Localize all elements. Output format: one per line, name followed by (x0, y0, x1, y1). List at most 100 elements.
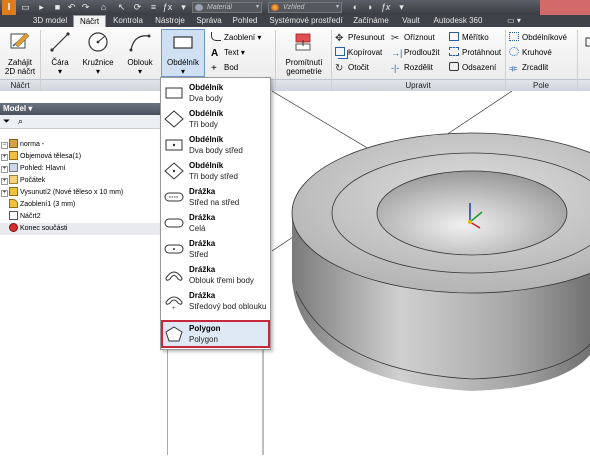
project-geometry-label-2: geometrie (286, 67, 322, 76)
rectangular-pattern-button[interactable]: Obdélníkové (509, 32, 567, 44)
trim-button[interactable]: ✂ Oříznout (391, 32, 435, 44)
copy-button[interactable]: Kopírovat (335, 47, 382, 59)
tab-get-started[interactable]: Začínáme (350, 15, 392, 27)
ribbon-display-options-icon[interactable]: ▭ ▾ (504, 15, 524, 27)
home-icon[interactable]: ⌂ (98, 2, 109, 13)
select-icon[interactable]: ↖ (116, 2, 127, 13)
project-geometry-button[interactable]: Promítnutí geometrie (279, 30, 329, 76)
expand-icon[interactable]: + (1, 178, 8, 185)
rectangle-button[interactable]: Obdélník ▾ (161, 29, 205, 77)
menu-item-subtitle: Celá (189, 224, 206, 233)
tree-item-solid-bodies[interactable]: + Objemová tělesa(1) (0, 151, 81, 163)
split-button[interactable]: -|- Rozdělit (391, 62, 433, 74)
circular-pattern-button[interactable]: Kruhové (509, 47, 552, 59)
tab-manage[interactable]: Správa (192, 15, 226, 27)
end-of-part-icon (9, 223, 18, 232)
tree-item-end-of-part[interactable]: Konec součásti (0, 223, 168, 235)
tab-inspect[interactable]: Kontrola (108, 15, 148, 27)
start-sketch-label-1: Zahájit (7, 58, 32, 67)
scale-label: Měřítko (462, 33, 489, 42)
clear-appearance-icon[interactable]: ◐ (350, 2, 361, 13)
menu-item-slot-center-to-center[interactable]: Drážka Střed na střed (161, 184, 270, 210)
menu-item-slot-three-point-arc[interactable]: Drážka Oblouk třemi body (161, 262, 270, 288)
chevron-down-icon: ▾ (180, 67, 185, 76)
point-icon: + (211, 63, 217, 74)
point-button[interactable]: + Bod (211, 62, 238, 74)
adjust-icon[interactable]: ◑ (364, 2, 375, 13)
circle-button[interactable]: Kružnice ▾ (80, 30, 116, 76)
tree-item-extrusion[interactable]: + Vysunutí2 (Nové těleso x 10 mm) (0, 187, 123, 199)
redo-icon[interactable]: ↷ (80, 2, 91, 13)
menu-item-subtitle: Tři body (189, 120, 218, 129)
graphics-viewport[interactable] (259, 90, 590, 455)
menu-item-subtitle: Dva body střed (189, 146, 243, 155)
open-icon[interactable]: ▸ (36, 2, 47, 13)
move-button[interactable]: ✥ Přesunout (335, 32, 384, 44)
model-browser-header[interactable]: Model ▾ (0, 103, 168, 115)
start-sketch-label-2: 2D náčrt (4, 67, 36, 76)
stretch-button[interactable]: Protáhnout (449, 47, 501, 59)
tab-sketch[interactable]: Náčrt (73, 15, 106, 27)
menu-item-subtitle: Střed na střed (189, 198, 240, 207)
tree-item-origin[interactable]: + Počátek (0, 175, 45, 187)
arc-button[interactable]: Oblouk ▾ (124, 30, 156, 76)
start-sketch-icon (10, 32, 30, 49)
scale-button[interactable]: Měřítko (449, 32, 489, 44)
save-icon[interactable]: ■ (52, 2, 63, 13)
menu-item-slot-center-point-arc[interactable]: + Drážka Středový bod oblouku (161, 288, 270, 314)
menu-item-rect-three-point-center[interactable]: Obdélník Tři body střed (161, 158, 270, 184)
move-icon: ✥ (335, 33, 344, 44)
qat-more-icon[interactable]: ▾ (178, 2, 189, 13)
tree-item-part[interactable]: − norma - (0, 139, 44, 151)
menu-item-slot-center-point[interactable]: Drážka Střed (161, 236, 270, 262)
text-button[interactable]: A Text ▾ (211, 47, 245, 59)
filter-icon[interactable]: ⏷ (3, 116, 10, 127)
tab-view[interactable]: Pohled (228, 15, 262, 27)
expand-icon[interactable]: + (1, 190, 8, 197)
tab-environments[interactable]: Systémové prostředí (264, 15, 348, 27)
menu-item-rect-two-point[interactable]: Obdélník Dva body (161, 80, 270, 106)
start-2d-sketch-button[interactable]: Zahájit 2D náčrt (2, 30, 38, 76)
mirror-button[interactable]: ⟚ Zrcadlit (509, 62, 548, 74)
measure-icon[interactable]: ≡ (148, 2, 159, 13)
tree-item-fillet[interactable]: Zaoblení1 (3 mm) (0, 199, 75, 211)
tab-tools[interactable]: Nástroje (150, 15, 190, 27)
expand-icon[interactable]: + (1, 166, 8, 173)
formula-icon[interactable]: ƒx (162, 2, 173, 13)
expand-icon[interactable]: + (1, 154, 8, 161)
tree-item-view[interactable]: + Pohled: Hlavní (0, 163, 66, 175)
appearance-combo[interactable]: Vzhled ▾ (268, 2, 342, 13)
rotate-button[interactable]: ↻ Otočit (335, 62, 369, 74)
fillet-button[interactable]: Zaoblení ▾ (211, 32, 261, 44)
chevron-down-icon: ▾ (255, 4, 259, 10)
undo-icon[interactable]: ↶ (66, 2, 77, 13)
menu-item-slot-overall[interactable]: Drážka Celá (161, 210, 270, 236)
app-icon[interactable]: I (2, 0, 16, 15)
collapse-icon[interactable]: − (1, 142, 8, 149)
line-button[interactable]: Čára ▾ (46, 30, 74, 76)
material-placeholder: Materiál (207, 4, 232, 11)
chevron-down-icon: ▾ (95, 67, 100, 76)
extend-button[interactable]: →| Prodloužit (391, 47, 440, 59)
offset-button[interactable]: Odsazení (449, 62, 496, 74)
menu-item-rect-three-point[interactable]: Obdélník Tři body (161, 106, 270, 132)
constraint-icon (585, 37, 590, 47)
find-icon[interactable]: ⌕ (18, 116, 23, 127)
update-icon[interactable]: ⟳ (132, 2, 143, 13)
material-combo[interactable]: Materiál ▾ (192, 2, 262, 13)
new-icon[interactable]: ▭ (20, 2, 31, 13)
tree-item-sketch[interactable]: Náčrt2 (0, 211, 41, 223)
tab-vault[interactable]: Vault (398, 15, 424, 27)
tab-3d-model[interactable]: 3D model (28, 15, 72, 27)
tree-item-label: Náčrt2 (20, 213, 41, 220)
slot-overall-icon (164, 218, 184, 228)
fx-icon[interactable]: ƒx (380, 2, 391, 13)
solid-bodies-icon (9, 151, 18, 160)
fillet-icon (211, 32, 221, 41)
qat-customize-icon[interactable]: ▾ (396, 2, 407, 13)
torus-model (259, 90, 590, 455)
tab-autodesk-360[interactable]: Autodesk 360 (428, 15, 488, 27)
menu-item-polygon[interactable]: Polygon Polygon (161, 320, 270, 348)
menu-item-rect-two-point-center[interactable]: Obdélník Dva body střed (161, 132, 270, 158)
constrain-button-partial[interactable] (580, 30, 590, 76)
